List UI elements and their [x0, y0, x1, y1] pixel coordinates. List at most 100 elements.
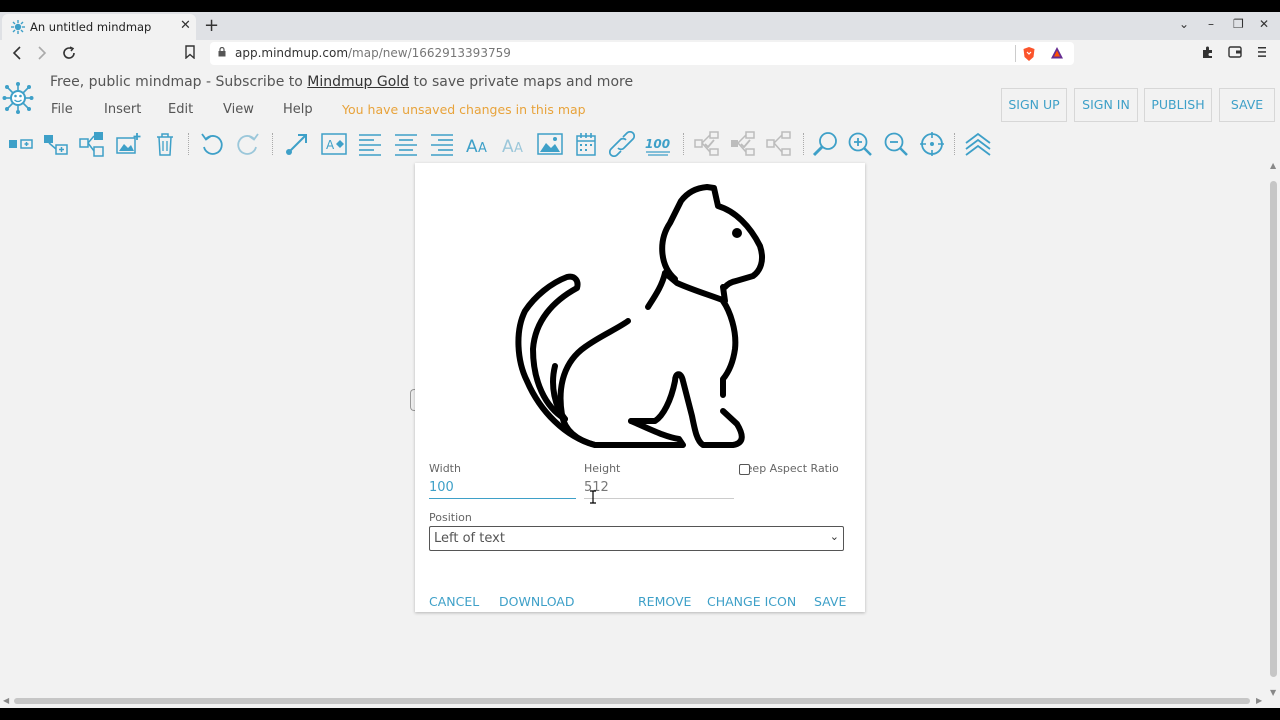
tab-title: An untitled mindmap [30, 20, 152, 34]
dialog-save-button[interactable]: SAVE [814, 594, 846, 609]
position-select[interactable]: Left of text ⌄ [429, 526, 844, 551]
svg-text:A: A [502, 137, 514, 157]
keep-aspect-ratio-checkbox[interactable] [739, 464, 750, 475]
forward-icon[interactable] [36, 46, 48, 60]
mindmup-gold-link[interactable]: Mindmup Gold [307, 74, 409, 90]
bookmark-icon[interactable] [185, 45, 195, 59]
restore-icon[interactable]: ❐ [1233, 17, 1244, 31]
width-input[interactable] [429, 477, 576, 499]
header-save-button[interactable]: SAVE [1219, 88, 1275, 122]
toolbar: A AA AA 100 [0, 129, 1280, 159]
position-selected-value: Left of text [434, 531, 505, 546]
mindmup-favicon-icon [11, 20, 25, 34]
brave-shield-icon[interactable] [1022, 46, 1036, 62]
layers-icon[interactable] [965, 131, 991, 157]
zoom-in-icon[interactable] [847, 131, 873, 157]
keep-aspect-ratio-label: Keep Aspect Ratio [739, 462, 839, 475]
width-label: Width [429, 462, 461, 475]
promo-text: Free, public mindmap - Subscribe to [50, 74, 308, 90]
vertical-scrollbar[interactable]: ▲ ▼ [1267, 159, 1280, 700]
navigation-bar: app.mindmup.com/map/new/1662913393759 [0, 40, 1280, 67]
align-center-icon[interactable] [393, 131, 419, 157]
connect-icon[interactable] [284, 131, 310, 157]
download-button[interactable]: DOWNLOAD [499, 594, 575, 609]
tab-list-chevron-icon[interactable]: ⌄ [1179, 17, 1189, 31]
change-icon-button[interactable]: CHANGE ICON [707, 594, 796, 609]
menu-file[interactable]: File [51, 102, 73, 117]
icon-dialog: Width Height Keep Aspect Ratio Position … [415, 163, 865, 612]
publish-button[interactable]: PUBLISH [1144, 88, 1212, 122]
menu-view[interactable]: View [223, 102, 254, 117]
horizontal-scrollbar[interactable]: ◀ ▶ [0, 694, 1267, 708]
collapse-icon[interactable] [694, 131, 720, 157]
scroll-up-icon[interactable]: ▲ [1270, 161, 1276, 170]
zoom-search-icon[interactable] [812, 131, 838, 157]
redo-icon[interactable] [235, 131, 261, 157]
extensions-icon[interactable] [1201, 45, 1215, 59]
cat-icon [515, 184, 765, 448]
toolbar-divider [683, 133, 684, 155]
toolbar-divider [272, 133, 273, 155]
tab-mindmap[interactable]: An untitled mindmap ✕ [2, 14, 196, 40]
minimize-icon[interactable]: – [1208, 17, 1214, 31]
sort-icon[interactable] [766, 131, 792, 157]
mindmup-logo-icon[interactable] [2, 81, 34, 115]
promo-text-end: to save private maps and more [409, 74, 634, 90]
brave-rewards-icon[interactable] [1050, 46, 1064, 60]
add-child-icon[interactable] [8, 131, 34, 157]
new-tab-icon[interactable]: + [204, 15, 219, 36]
svg-text:A: A [478, 141, 487, 156]
reload-icon[interactable] [62, 46, 76, 60]
undo-icon[interactable] [199, 131, 225, 157]
chevron-down-icon: ⌄ [829, 530, 839, 543]
height-label: Height [584, 462, 621, 475]
horizontal-scroll-thumb[interactable] [14, 698, 1250, 704]
add-sibling-icon[interactable] [43, 131, 69, 157]
scroll-right-icon[interactable]: ▶ [1256, 696, 1262, 705]
menu-icon[interactable] [1257, 46, 1267, 58]
align-right-icon[interactable] [429, 131, 455, 157]
promo-banner: Free, public mindmap - Subscribe to Mind… [50, 74, 633, 90]
unsaved-changes-notice: You have unsaved changes in this map [342, 102, 586, 117]
url-divider [1015, 45, 1016, 62]
toolbar-divider [803, 133, 804, 155]
sign-up-button[interactable]: SIGN UP [1001, 88, 1067, 122]
font-smaller-icon[interactable]: AA [501, 131, 527, 157]
calendar-icon[interactable] [574, 131, 600, 157]
address-bar[interactable]: app.mindmup.com/map/new/1662913393759 [210, 42, 1074, 65]
center-icon[interactable] [919, 131, 945, 157]
scroll-down-icon[interactable]: ▼ [1270, 688, 1276, 697]
browser-window: An untitled mindmap ✕ + ⌄ – ❐ ✕ app.mind… [0, 12, 1280, 708]
height-input[interactable] [584, 477, 734, 499]
delete-icon[interactable] [152, 131, 178, 157]
insert-image-icon[interactable] [116, 131, 142, 157]
text-cursor-icon [590, 490, 596, 504]
link-icon[interactable] [609, 131, 635, 157]
text-style-icon[interactable]: A [321, 131, 347, 157]
add-group-icon[interactable] [79, 131, 105, 157]
svg-text:A: A [326, 138, 335, 152]
toolbar-divider [188, 133, 189, 155]
url-text: app.mindmup.com/map/new/1662913393759 [235, 46, 511, 60]
align-left-icon[interactable] [357, 131, 383, 157]
menu-insert[interactable]: Insert [104, 102, 141, 117]
sign-in-button[interactable]: SIGN IN [1074, 88, 1138, 122]
vertical-scroll-thumb[interactable] [1270, 181, 1277, 677]
tab-close-icon[interactable]: ✕ [180, 18, 191, 33]
scroll-left-icon[interactable]: ◀ [3, 696, 9, 705]
remove-button[interactable]: REMOVE [638, 594, 691, 609]
image-icon[interactable] [537, 131, 563, 157]
url-path: /map/new/1662913393759 [348, 46, 511, 60]
font-larger-icon[interactable]: AA [465, 131, 491, 157]
back-icon[interactable] [11, 46, 23, 60]
tab-bar: An untitled mindmap ✕ + ⌄ – ❐ ✕ [0, 12, 1280, 40]
close-window-icon[interactable]: ✕ [1259, 17, 1269, 31]
menu-edit[interactable]: Edit [168, 102, 193, 117]
zoom-out-icon[interactable] [883, 131, 909, 157]
cancel-button[interactable]: CANCEL [429, 594, 479, 609]
wallet-icon[interactable] [1228, 46, 1242, 58]
expand-icon[interactable] [730, 131, 756, 157]
menu-help[interactable]: Help [283, 102, 313, 117]
toolbar-divider [954, 133, 955, 155]
progress-icon[interactable]: 100 [645, 131, 671, 157]
